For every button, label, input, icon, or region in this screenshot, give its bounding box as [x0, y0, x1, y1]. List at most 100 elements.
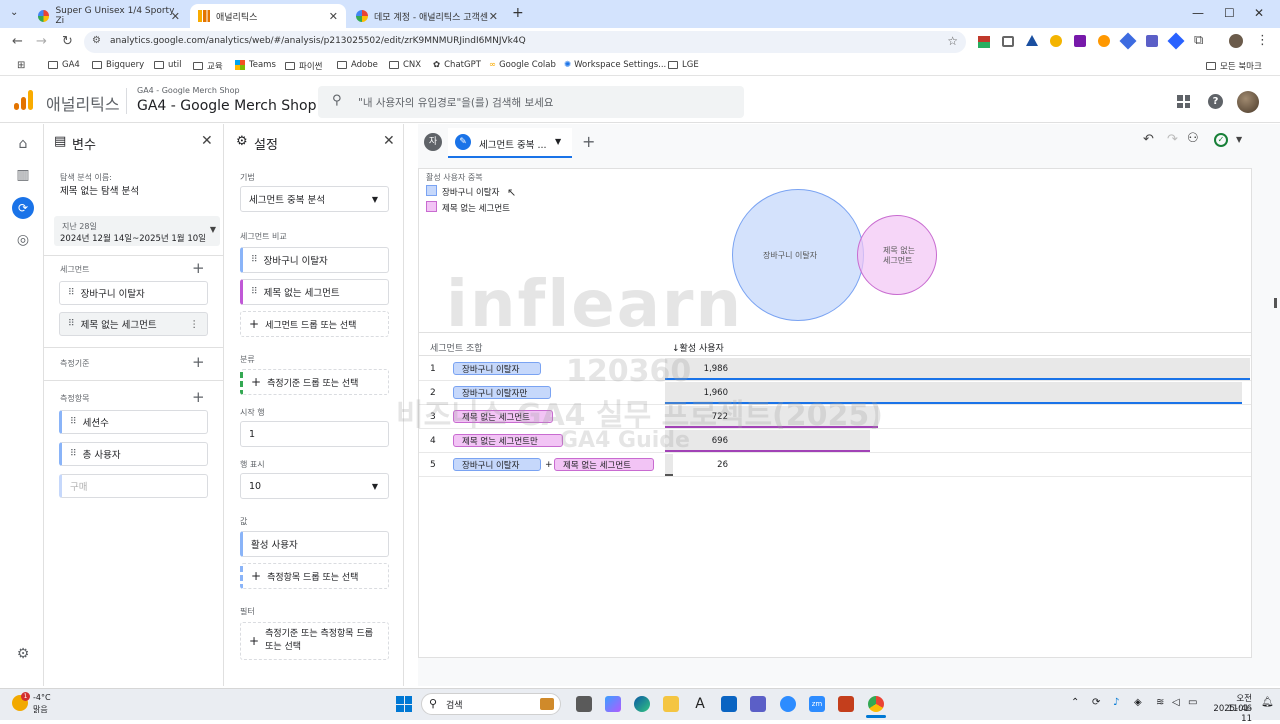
- extension-icon[interactable]: [1050, 35, 1062, 47]
- values-metric-chip[interactable]: 활성 사용자: [240, 531, 389, 557]
- edge-icon[interactable]: [634, 696, 650, 712]
- chrome-icon[interactable]: [868, 696, 884, 712]
- metric-chip[interactable]: ⠿ 총 사용자: [59, 442, 208, 466]
- drag-handle-icon[interactable]: ⠿: [68, 288, 75, 298]
- tray-chevron-icon[interactable]: ⌃: [1071, 697, 1079, 708]
- redo-icon[interactable]: ↷: [1167, 132, 1178, 147]
- property-breadcrumb[interactable]: GA4 - Google Merch Shop: [137, 86, 240, 95]
- drag-handle-icon[interactable]: ⠿: [70, 449, 77, 459]
- dropdown-arrow-icon[interactable]: ▼: [1236, 135, 1242, 144]
- undo-icon[interactable]: ↶: [1143, 132, 1154, 147]
- compare-segment-chip[interactable]: ⠿ 제목 없는 세그먼트: [240, 279, 389, 305]
- add-dimension-icon[interactable]: +: [192, 353, 205, 371]
- powerpoint-icon[interactable]: [838, 696, 854, 712]
- home-icon[interactable]: ⌂: [14, 136, 32, 154]
- reports-icon[interactable]: ▥: [14, 167, 32, 185]
- notifications-icon[interactable]: 🔔︎: [1261, 697, 1274, 708]
- taskbar-search[interactable]: ⚲ 검색: [421, 693, 561, 715]
- add-tab-icon[interactable]: +: [582, 132, 595, 151]
- bookmark-util[interactable]: util: [154, 60, 181, 70]
- property-selector[interactable]: GA4 - Google Merch Shop: [137, 98, 316, 114]
- extensions-puzzle-icon[interactable]: ⧉: [1194, 33, 1203, 48]
- table-row[interactable]: [419, 453, 1251, 477]
- chrome-menu-icon[interactable]: ⋮: [1256, 33, 1269, 48]
- tray-sync-icon[interactable]: ⟳: [1092, 697, 1100, 708]
- extension-icon[interactable]: [978, 36, 990, 48]
- compare-segment-chip[interactable]: ⠿ 장바구니 이탈자: [240, 247, 389, 273]
- onenote-icon[interactable]: [1074, 35, 1086, 47]
- wifi-icon[interactable]: ≋: [1156, 697, 1164, 708]
- maximize-icon[interactable]: ☐: [1224, 6, 1235, 20]
- drive-extension-icon[interactable]: [1026, 35, 1038, 46]
- close-tab-icon[interactable]: ✕: [329, 10, 338, 23]
- extension-icon[interactable]: [1146, 35, 1158, 47]
- app-icon[interactable]: [780, 696, 796, 712]
- back-icon[interactable]: ←: [12, 34, 23, 49]
- reload-icon[interactable]: ↻: [62, 34, 73, 49]
- bookmark-education[interactable]: 교육: [193, 60, 223, 72]
- segment-drop-zone[interactable]: + 세그먼트 드롭 또는 선택: [240, 311, 389, 337]
- battery-icon[interactable]: ▭: [1188, 697, 1197, 708]
- tab-segment-overlap[interactable]: ✎ 세그먼트 중복 ... ▼: [448, 128, 572, 158]
- browser-tab-2[interactable]: 애널리틱스 ✕: [190, 4, 346, 28]
- bookmark-ga4[interactable]: GA4: [48, 60, 80, 70]
- dropdown-arrow-icon[interactable]: ▼: [555, 137, 561, 146]
- advertising-icon[interactable]: ◎: [14, 232, 32, 250]
- help-icon[interactable]: ?: [1208, 94, 1223, 109]
- ga-search-input[interactable]: ⚲ "내 사용자의 유입경로"을(를) 검색해 보세요: [318, 86, 744, 118]
- browser-tab-1[interactable]: Super G Unisex 1/4 Sporty Zi ✕: [30, 4, 188, 28]
- task-view-icon[interactable]: [576, 696, 592, 712]
- add-segment-icon[interactable]: +: [192, 259, 205, 277]
- apps-icon[interactable]: [1177, 95, 1190, 108]
- font-app-icon[interactable]: A: [692, 696, 708, 712]
- clock-date[interactable]: 2025-01-11: [1206, 704, 1252, 724]
- bookmark-python[interactable]: 파이썬: [285, 60, 322, 72]
- bookmark-star-icon[interactable]: ☆: [947, 34, 958, 48]
- column-header-active-users[interactable]: ↓활성 사용자: [672, 341, 724, 354]
- technique-select[interactable]: 세그먼트 중복 분석 ▼: [240, 186, 389, 212]
- bookmark-adobe[interactable]: Adobe: [337, 60, 378, 70]
- new-tab-icon[interactable]: +: [512, 5, 524, 21]
- explore-icon[interactable]: ⟳: [12, 197, 34, 219]
- copilot-icon[interactable]: [605, 696, 621, 712]
- all-bookmarks[interactable]: 모든 북마크: [1206, 60, 1262, 72]
- bookmark-workspace[interactable]: ✺ Workspace Settings...: [564, 60, 666, 70]
- close-settings-icon[interactable]: ✕: [383, 133, 395, 149]
- bookmark-colab[interactable]: ∞ Google Colab: [489, 60, 556, 70]
- forward-icon[interactable]: →: [36, 34, 47, 49]
- bookmark-cnx[interactable]: CNX: [389, 60, 421, 70]
- site-info-icon[interactable]: ⚙: [92, 35, 101, 46]
- column-header-segment[interactable]: 세그먼트 조합: [430, 341, 483, 354]
- exploration-name[interactable]: 제목 없는 탐색 분석: [60, 183, 139, 197]
- analytics-logo-icon[interactable]: [14, 90, 34, 110]
- drag-handle-icon[interactable]: ⠿: [68, 319, 75, 329]
- bookmark-teams[interactable]: Teams: [235, 60, 276, 70]
- tray-app-icon[interactable]: ◈: [1134, 697, 1142, 708]
- metric-drop-zone[interactable]: + 측정항목 드롭 또는 선택: [240, 563, 389, 589]
- segment-chip[interactable]: ⠿ 제목 없는 세그먼트 ⋮: [59, 312, 208, 336]
- saved-check-icon[interactable]: ✓: [1214, 133, 1228, 147]
- bookmark-lge[interactable]: LGE: [668, 60, 699, 70]
- extension-icon[interactable]: [1098, 35, 1110, 47]
- outlook-icon[interactable]: [721, 696, 737, 712]
- segment-chip[interactable]: ⠿ 장바구니 이탈자: [59, 281, 208, 305]
- minimize-icon[interactable]: —: [1192, 6, 1204, 20]
- bookmark-bigquery[interactable]: Bigquery: [92, 60, 144, 70]
- metric-chip-placeholder[interactable]: 구매: [59, 474, 208, 498]
- address-bar[interactable]: ⚙ analytics.google.com/analytics/web/#/a…: [84, 31, 966, 53]
- apps-grid-icon[interactable]: ⊞: [17, 60, 25, 71]
- more-vert-icon[interactable]: ⋮: [190, 319, 200, 330]
- browser-tab-3[interactable]: 데모 계정 - 애널리틱스 고객센 ✕: [348, 4, 506, 28]
- start-row-input[interactable]: 1: [240, 421, 389, 447]
- admin-gear-icon[interactable]: ⚙: [14, 646, 32, 664]
- windows-start-icon[interactable]: [396, 696, 412, 712]
- date-range-picker[interactable]: 지난 28일 2024년 12월 14일~2025년 1월 10일 ▼: [54, 216, 220, 246]
- volume-icon[interactable]: ◁: [1172, 697, 1180, 708]
- teams-icon[interactable]: [750, 696, 766, 712]
- close-window-icon[interactable]: ✕: [1254, 6, 1264, 20]
- drag-handle-icon[interactable]: ⠿: [70, 417, 77, 427]
- zoom-icon[interactable]: zm: [809, 696, 825, 712]
- collaborator-avatar[interactable]: 자: [424, 133, 442, 151]
- filter-drop-zone[interactable]: + 측정기준 또는 측정항목 드롭 또는 선택: [240, 622, 389, 660]
- camera-extension-icon[interactable]: [1002, 36, 1014, 47]
